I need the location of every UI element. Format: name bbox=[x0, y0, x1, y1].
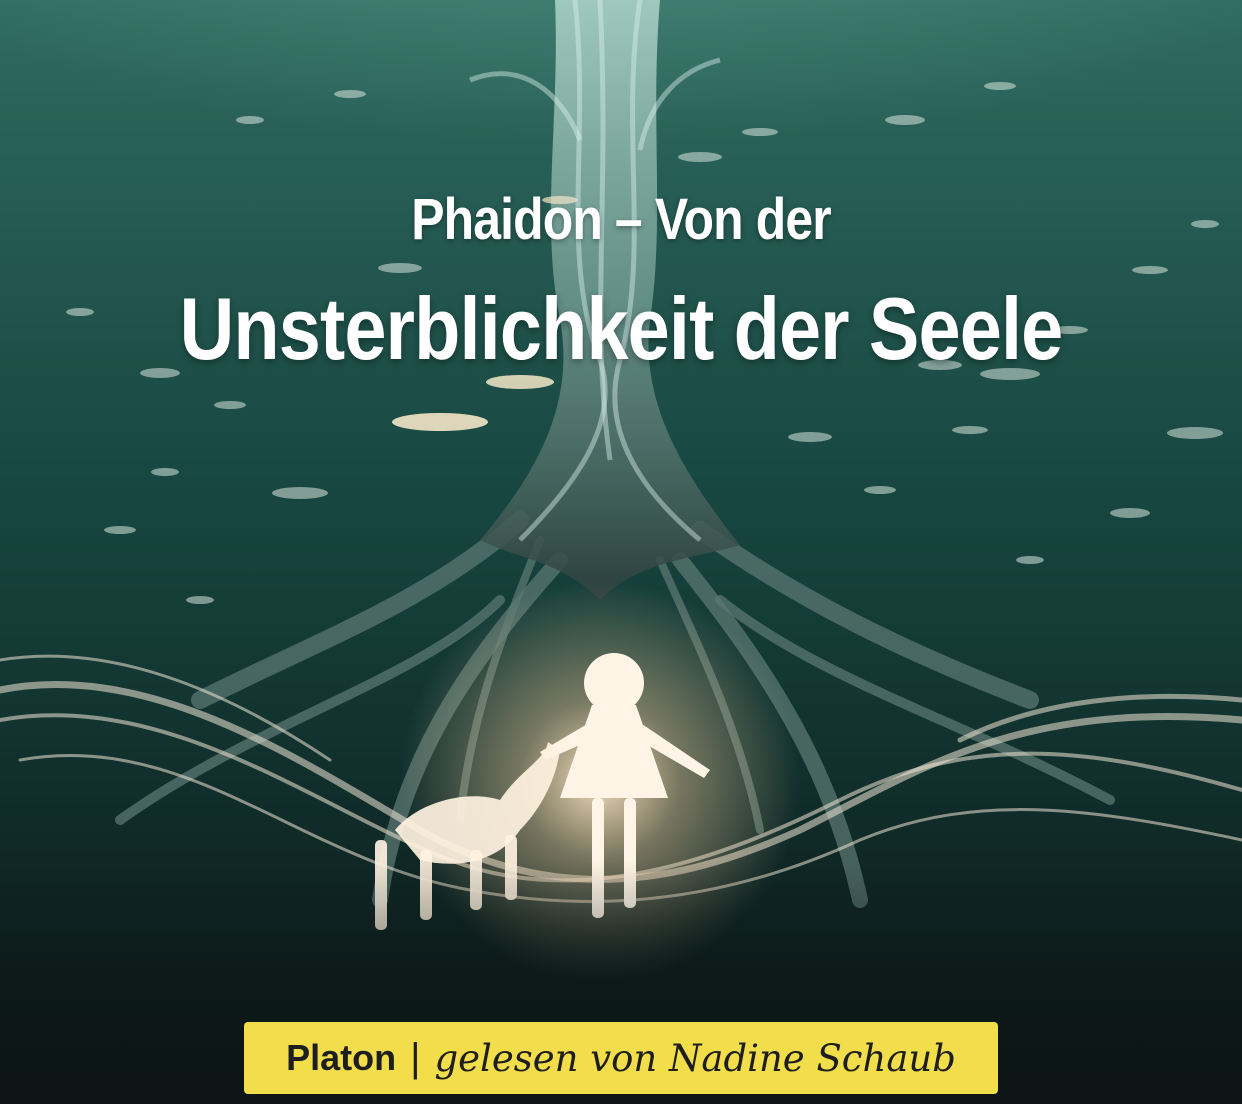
audiobook-cover: Phaidon – Von der Unsterblichkeit der Se… bbox=[0, 0, 1242, 1104]
title-line-1: Phaidon – Von der bbox=[411, 187, 831, 252]
author-reader-badge: Platon | gelesen von Nadine Schaub bbox=[244, 1022, 998, 1094]
reader-credit: gelesen von Nadine Schaub bbox=[434, 1036, 956, 1080]
cover-illustration bbox=[0, 0, 1242, 1104]
author-name: Platon bbox=[286, 1037, 397, 1078]
badge-separator: | bbox=[410, 1035, 421, 1080]
title-line-2: Unsterblichkeit der Seele bbox=[179, 279, 1064, 378]
